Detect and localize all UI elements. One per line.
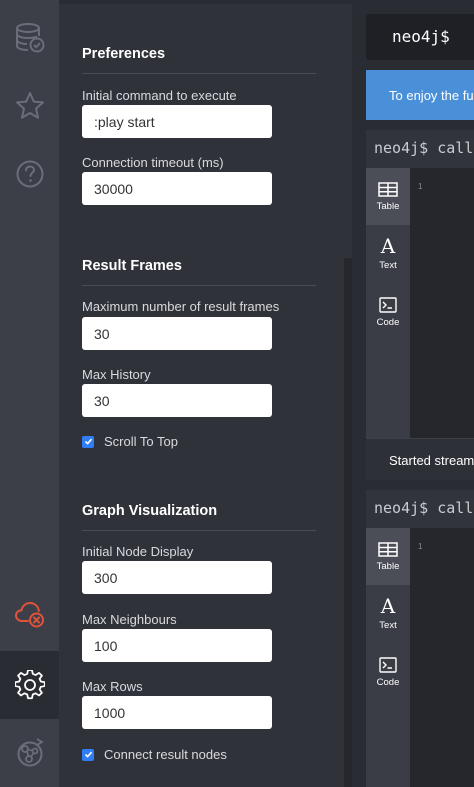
sidebar-item-favorites[interactable] [0,72,59,140]
checkmark-icon [84,438,92,445]
initial-node-display-input[interactable] [82,561,272,594]
table-icon [378,181,398,197]
sidebar-item-settings[interactable] [0,651,59,719]
max-rows-label: Max Rows [82,679,143,694]
view-tab-label: Table [376,200,400,212]
frame-header[interactable]: neo4j$ call [366,490,474,528]
section-divider [82,73,316,74]
frame-result-area: 1 [410,528,474,787]
result-frame: neo4j$ call Table A Text Code 1 [366,490,474,787]
database-icon [15,23,44,53]
editor-prompt: neo4j$ [392,27,450,46]
scroll-to-top-checkbox[interactable] [82,435,94,448]
view-tab-code[interactable]: Code [366,644,410,701]
view-tab-table[interactable]: Table [366,528,410,585]
max-neighbours-label: Max Neighbours [82,612,177,627]
terminal-icon [379,657,397,673]
max-rows-input[interactable] [82,696,272,729]
section-title-preferences: Preferences [82,46,166,62]
view-tab-label: Text [379,260,397,271]
sidebar-item-connection-status[interactable] [0,580,59,648]
view-tab-table[interactable]: Table [366,168,410,225]
frame-view-tabs: Table A Text Code [366,168,410,438]
max-frames-input[interactable] [82,317,272,350]
sidebar-item-help[interactable] [0,140,59,208]
frame-status-bar: Started stream [366,438,474,480]
connect-result-nodes-option[interactable]: Connect result nodes [82,747,227,762]
disconnected-cloud-icon [14,601,44,628]
initial-node-display-label: Initial Node Display [82,544,194,559]
view-tab-label: Code [376,677,400,688]
frame-view-tabs: Table A Text Code [366,528,410,787]
icon-sidebar [0,0,59,787]
frame-header[interactable]: neo4j$ call [366,130,474,168]
connect-result-nodes-label: Connect result nodes [104,747,227,762]
section-title-graph-visualization: Graph Visualization [82,503,218,519]
row-number: 1 [418,182,423,191]
star-icon [15,92,44,119]
gear-icon [14,670,45,700]
view-tab-text[interactable]: A Text [366,585,410,642]
connection-timeout-label: Connection timeout (ms) [82,155,224,170]
frame-command: neo4j$ call [374,499,474,517]
max-neighbours-input[interactable] [82,629,272,662]
view-tab-label: Text [379,620,397,631]
text-icon: A [380,596,396,616]
scroll-to-top-label: Scroll To Top [104,434,178,449]
frame-status-text: Started stream [389,453,474,468]
frame-command: neo4j$ call [374,139,474,157]
drawer-scrollbar[interactable] [344,258,352,787]
svg-text:A: A [380,236,396,256]
table-icon [378,541,398,557]
view-tab-label: Code [376,317,400,328]
initial-command-label: Initial command to execute [82,88,237,103]
command-editor[interactable]: neo4j$ [366,14,474,60]
connection-timeout-input[interactable] [82,172,272,205]
scroll-to-top-option[interactable]: Scroll To Top [82,434,178,449]
section-divider [82,285,316,286]
svg-text:A: A [380,596,396,616]
initial-command-input[interactable] [82,105,272,138]
result-frame: neo4j$ call Table A Text Code 1 Started … [366,130,474,480]
max-history-input[interactable] [82,384,272,417]
sidebar-item-sync[interactable] [0,719,59,787]
view-tab-label: Table [376,560,400,572]
connect-result-nodes-checkbox[interactable] [82,748,94,761]
view-tab-code[interactable]: Code [366,284,410,341]
help-icon [16,160,43,188]
section-divider [82,530,316,531]
checkmark-icon [84,751,92,758]
section-title-result-frames: Result Frames [82,258,182,274]
row-number: 1 [418,542,423,551]
max-frames-label: Maximum number of result frames [82,299,280,314]
max-history-label: Max History [82,367,151,382]
text-icon: A [380,236,396,256]
info-banner: To enjoy the fu [366,70,474,120]
view-tab-text[interactable]: A Text [366,225,410,282]
frame-result-area: 1 [410,168,474,438]
terminal-icon [379,297,397,313]
sidebar-item-database[interactable] [0,4,59,72]
sync-icon [17,738,44,767]
banner-text: To enjoy the fu [389,88,474,103]
